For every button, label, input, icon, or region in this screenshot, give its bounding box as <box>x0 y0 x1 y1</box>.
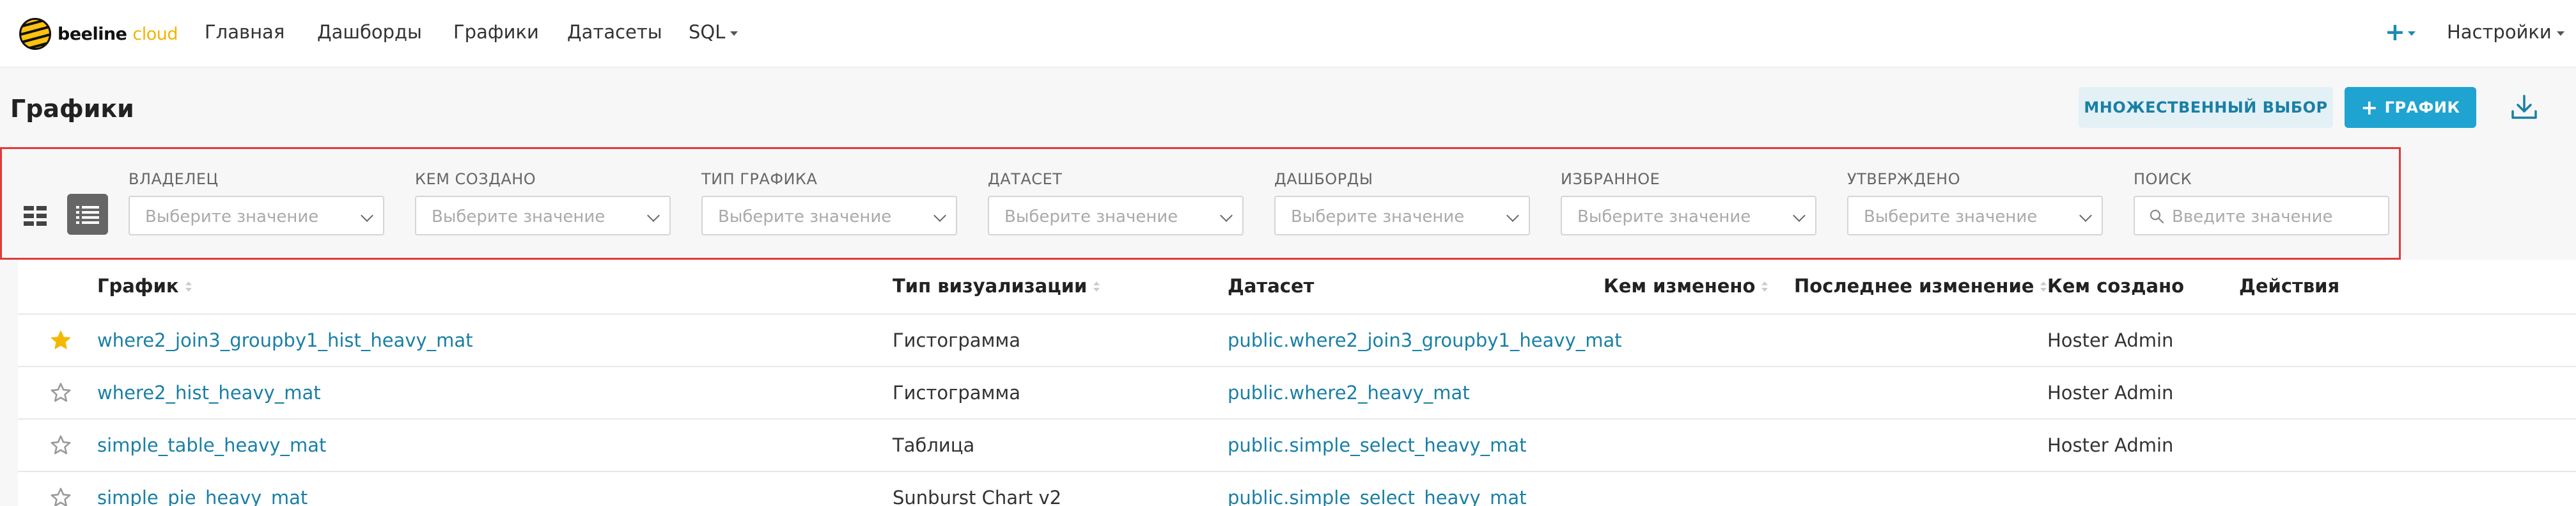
create-menu[interactable]: + <box>2385 18 2416 46</box>
column-header-created-by: Кем создано <box>2047 275 2185 297</box>
filter-select-created-by[interactable]: Выберите значение <box>415 196 671 235</box>
chevron-down-icon <box>730 31 738 36</box>
nav-item-settings[interactable]: Настройки <box>2447 21 2564 43</box>
chevron-down-icon <box>1506 209 1519 222</box>
download-icon[interactable] <box>2509 92 2540 123</box>
placeholder-text: Выберите значение <box>145 207 319 226</box>
page-title: Графики <box>10 95 134 123</box>
nav-item-dashboards[interactable]: Дашборды <box>317 21 422 43</box>
filter-select-dashboards[interactable]: Выберите значение <box>1274 196 1530 235</box>
brand-logo[interactable]: beeline cloud <box>19 16 178 52</box>
filter-select-owner[interactable]: Выберите значение <box>129 196 384 235</box>
chevron-down-icon <box>933 209 946 222</box>
favorite-star-icon[interactable] <box>50 434 72 456</box>
filter-label-favorites: ИЗБРАННОЕ <box>1561 170 1660 188</box>
placeholder-text: Введите значение <box>2172 207 2333 226</box>
table-row[interactable]: where2_hist_heavy_mat Гистограмма public… <box>18 366 2576 418</box>
viz-type-cell: Гистограмма <box>893 329 1021 351</box>
chart-name-link[interactable]: where2_hist_heavy_mat <box>97 367 321 419</box>
filter-label-search: ПОИСК <box>2134 170 2192 188</box>
placeholder-text: Выберите значение <box>1577 207 1751 226</box>
filter-label-dashboards: ДАШБОРДЫ <box>1274 170 1373 188</box>
chevron-down-icon <box>1793 209 1806 222</box>
sort-icon <box>1093 281 1100 293</box>
filter-select-favorites[interactable]: Выберите значение <box>1561 196 1816 235</box>
column-header-modified-by[interactable]: Кем изменено <box>1604 275 1768 297</box>
filter-select-chart-type[interactable]: Выберите значение <box>701 196 957 235</box>
column-header-actions: Действия <box>2239 275 2340 297</box>
header-label: Последнее изменение <box>1794 275 2034 297</box>
filter-select-approved[interactable]: Выберите значение <box>1847 196 2103 235</box>
viz-type-cell: Sunburst Chart v2 <box>893 487 1062 506</box>
dataset-link[interactable]: public.where2_join3_groupby1_heavy_mat <box>1228 315 1622 367</box>
sort-icon <box>2040 281 2047 293</box>
card-view-icon[interactable] <box>24 205 48 229</box>
nav-sql-label: SQL <box>689 21 726 43</box>
header-label: График <box>97 275 179 297</box>
placeholder-text: Выберите значение <box>1004 207 1178 226</box>
filter-label-owner: ВЛАДЕЛЕЦ <box>129 170 219 188</box>
settings-label: Настройки <box>2447 21 2552 43</box>
created-by-cell: Hoster Admin <box>2047 382 2174 404</box>
add-chart-button[interactable]: + ГРАФИК <box>2345 87 2476 128</box>
favorite-star-icon[interactable] <box>50 329 72 351</box>
search-input[interactable]: Введите значение <box>2134 196 2389 235</box>
chart-name-link[interactable]: simple_table_heavy_mat <box>97 420 326 471</box>
filter-label-created-by: КЕМ СОЗДАНО <box>415 170 536 188</box>
dataset-link[interactable]: public.simple_select_heavy_mat <box>1228 420 1527 471</box>
filter-label-chart-type: ТИП ГРАФИКА <box>701 170 818 188</box>
header-label: Тип визуализации <box>893 275 1088 297</box>
nav-item-charts[interactable]: Графики <box>453 21 539 43</box>
header-label: Кем изменено <box>1604 275 1756 297</box>
favorite-star-icon[interactable] <box>50 487 72 506</box>
beeline-logo-icon <box>19 18 51 50</box>
placeholder-text: Выберите значение <box>1864 207 2038 226</box>
table-row[interactable]: simple_table_heavy_mat Таблица public.si… <box>18 418 2576 470</box>
nav-item-home[interactable]: Главная <box>205 21 285 43</box>
sort-icon <box>185 281 192 293</box>
placeholder-text: Выберите значение <box>718 207 892 226</box>
table-row[interactable]: where2_join3_groupby1_hist_heavy_mat Гис… <box>18 313 2576 365</box>
filter-label-approved: УТВЕРЖДЕНО <box>1847 170 1961 188</box>
filter-select-dataset[interactable]: Выберите значение <box>988 196 1244 235</box>
filter-label-dataset: ДАТАСЕТ <box>988 170 1063 188</box>
chevron-down-icon <box>2079 209 2092 222</box>
placeholder-text: Выберите значение <box>1291 207 1465 226</box>
dataset-link[interactable]: public.simple_select_heavy_mat <box>1228 472 1527 506</box>
chart-name-link[interactable]: where2_join3_groupby1_hist_heavy_mat <box>97 315 473 367</box>
plus-icon: + <box>2385 18 2405 46</box>
nav-item-datasets[interactable]: Датасеты <box>567 21 662 43</box>
nav-item-sql[interactable]: SQL <box>689 21 738 43</box>
chart-name-link[interactable]: simple_pie_heavy_mat <box>97 472 308 506</box>
favorite-star-icon[interactable] <box>50 382 72 404</box>
created-by-cell: Hoster Admin <box>2047 434 2174 456</box>
chevron-down-icon <box>2407 31 2416 36</box>
column-header-viz-type[interactable]: Тип визуализации <box>893 275 1100 297</box>
chevron-down-icon <box>647 209 660 222</box>
multi-select-button[interactable]: МНОЖЕСТВЕННЫЙ ВЫБОР <box>2079 87 2333 128</box>
plus-icon: + <box>2361 95 2378 120</box>
top-navbar: beeline cloud Главная Дашборды Графики Д… <box>0 0 2576 68</box>
chevron-down-icon <box>1220 209 1233 222</box>
column-header-chart[interactable]: График <box>97 275 192 297</box>
placeholder-text: Выберите значение <box>432 207 605 226</box>
add-chart-label: ГРАФИК <box>2384 99 2460 116</box>
chevron-down-icon <box>2556 31 2564 36</box>
brand-name: beeline cloud <box>58 24 178 44</box>
chevron-down-icon <box>361 209 373 222</box>
viz-type-cell: Гистограмма <box>893 382 1021 404</box>
list-view-button[interactable] <box>67 194 108 235</box>
list-view-icon <box>76 206 99 224</box>
viz-type-cell: Таблица <box>893 434 975 456</box>
table-row[interactable]: simple_pie_heavy_mat Sunburst Chart v2 p… <box>18 471 2576 506</box>
column-header-last-modified[interactable]: Последнее изменение <box>1794 275 2047 297</box>
column-header-dataset: Датасет <box>1228 275 1315 297</box>
created-by-cell: Hoster Admin <box>2047 329 2174 351</box>
sort-icon <box>1761 281 1768 293</box>
search-icon <box>2150 209 2164 224</box>
dataset-link[interactable]: public.where2_heavy_mat <box>1228 367 1470 419</box>
